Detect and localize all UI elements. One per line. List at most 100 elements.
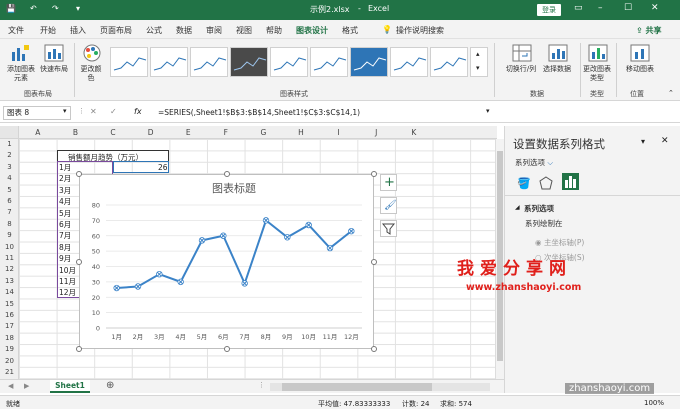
- select-data-button[interactable]: 选择数据: [540, 65, 574, 74]
- cell-c3-value[interactable]: 26: [158, 163, 168, 172]
- row-header[interactable]: 18: [0, 334, 19, 342]
- effects-icon[interactable]: [539, 176, 553, 190]
- chart-style-6[interactable]: [310, 47, 348, 77]
- month-cell[interactable]: 3月: [59, 185, 71, 196]
- chart-style-1[interactable]: [110, 47, 148, 77]
- column-header[interactable]: B: [57, 128, 95, 137]
- data-point-marker[interactable]: [156, 270, 163, 278]
- month-cell[interactable]: 10月: [59, 265, 76, 276]
- pane-options-icon[interactable]: ▾: [641, 137, 645, 146]
- chart-filters-button[interactable]: [380, 220, 397, 237]
- quick-layout-button[interactable]: 快速布局: [38, 65, 70, 74]
- column-header[interactable]: E: [169, 128, 207, 137]
- tab-chart-design[interactable]: 图表设计: [294, 25, 330, 41]
- name-box-dropdown-icon[interactable]: ▾: [63, 107, 67, 115]
- chart-style-5[interactable]: [270, 47, 308, 77]
- expand-formula-icon[interactable]: ▾: [486, 107, 490, 115]
- row-header[interactable]: 10: [0, 243, 19, 251]
- data-point-marker[interactable]: [284, 234, 291, 241]
- change-chart-type-button[interactable]: 更改图表类型: [582, 65, 612, 83]
- series-options-dropdown[interactable]: 系列选项 ⌵: [515, 157, 553, 168]
- row-header[interactable]: 8: [0, 220, 19, 228]
- row-header[interactable]: 11: [0, 254, 19, 262]
- month-cell[interactable]: 8月: [59, 242, 71, 253]
- resize-handle[interactable]: [224, 346, 230, 352]
- zoom-level[interactable]: 100%: [644, 399, 664, 407]
- month-cell[interactable]: 5月: [59, 208, 71, 219]
- chart-style-4[interactable]: [230, 47, 268, 77]
- chart-style-7[interactable]: [350, 47, 388, 77]
- resize-handle[interactable]: [76, 346, 82, 352]
- column-header[interactable]: J: [357, 128, 395, 137]
- minimize-icon[interactable]: –: [598, 3, 603, 13]
- move-chart-button[interactable]: 移动图表: [622, 65, 658, 74]
- month-cell[interactable]: 4月: [59, 196, 71, 207]
- row-header[interactable]: 19: [0, 345, 19, 353]
- tab-data[interactable]: 数据: [176, 25, 192, 36]
- data-point-marker[interactable]: [326, 244, 334, 252]
- customize-qat-icon[interactable]: ▾: [76, 4, 80, 13]
- section-collapse-icon[interactable]: ◢: [515, 204, 520, 211]
- tab-review[interactable]: 审阅: [206, 25, 222, 36]
- resize-handle[interactable]: [76, 171, 82, 177]
- add-sheet-icon[interactable]: ⊕: [106, 380, 114, 391]
- tab-home[interactable]: 开始: [40, 25, 56, 36]
- name-box[interactable]: 图表 8: [3, 106, 71, 120]
- insert-function-icon[interactable]: fx: [134, 107, 142, 116]
- data-point-marker[interactable]: [134, 283, 142, 290]
- select-all-corner[interactable]: [0, 126, 19, 139]
- resize-handle[interactable]: [76, 259, 82, 265]
- row-header[interactable]: 12: [0, 265, 19, 273]
- month-cell[interactable]: 7月: [59, 230, 71, 241]
- chart-style-8[interactable]: [390, 47, 428, 77]
- row-header[interactable]: 14: [0, 288, 19, 296]
- resize-handle[interactable]: [371, 346, 377, 352]
- row-header[interactable]: 9: [0, 231, 19, 239]
- resize-handle[interactable]: [371, 259, 377, 265]
- tell-me-search[interactable]: 操作说明搜索: [396, 25, 444, 36]
- next-sheet-icon[interactable]: ▶: [24, 382, 29, 390]
- section-series-options[interactable]: 系列选项: [524, 203, 554, 214]
- series-line[interactable]: [116, 219, 352, 290]
- tab-formulas[interactable]: 公式: [146, 25, 162, 36]
- tab-view[interactable]: 视图: [236, 25, 252, 36]
- chart-style-2[interactable]: [150, 47, 188, 77]
- fill-line-icon[interactable]: 🪣: [517, 177, 531, 190]
- month-cell[interactable]: 6月: [59, 219, 71, 230]
- horizontal-scrollbar-thumb[interactable]: [282, 383, 432, 391]
- month-cell[interactable]: 2月: [59, 173, 71, 184]
- row-header[interactable]: 15: [0, 300, 19, 308]
- series-options-tab[interactable]: [562, 173, 579, 190]
- tab-split-icon[interactable]: ⋮: [258, 381, 265, 389]
- undo-icon[interactable]: ↶: [30, 4, 37, 13]
- data-point-marker[interactable]: [220, 232, 227, 239]
- chart-style-9[interactable]: [430, 47, 468, 77]
- chart-elements-button[interactable]: +: [380, 174, 397, 191]
- sheet-tab-sheet1[interactable]: Sheet1: [50, 380, 90, 393]
- share-button[interactable]: ⇪ 共享: [636, 25, 662, 36]
- column-header[interactable]: C: [94, 128, 132, 137]
- enter-icon[interactable]: ✓: [110, 107, 117, 116]
- resize-handle[interactable]: [371, 171, 377, 177]
- row-header[interactable]: 5: [0, 186, 19, 194]
- ribbon-display-icon[interactable]: ▭: [574, 3, 583, 13]
- row-header[interactable]: 6: [0, 197, 19, 205]
- maximize-icon[interactable]: ☐: [624, 3, 632, 13]
- resize-handle[interactable]: [224, 171, 230, 177]
- tab-page-layout[interactable]: 页面布局: [100, 25, 132, 36]
- line-chart[interactable]: 图表标题 0 10 20 30 40 50 60 70 80 1月 2月 3月 4月 5月 6月 7月 8月 9月 1…: [79, 174, 374, 349]
- row-header[interactable]: 17: [0, 322, 19, 330]
- tab-insert[interactable]: 插入: [70, 25, 86, 36]
- row-header[interactable]: 7: [0, 208, 19, 216]
- close-icon[interactable]: ✕: [651, 3, 659, 13]
- month-cell[interactable]: 12月: [59, 287, 76, 298]
- primary-axis-radio[interactable]: ◉ 主坐标轴(P): [535, 237, 584, 248]
- row-header[interactable]: 4: [0, 174, 19, 182]
- switch-row-column-button[interactable]: 切换行/列: [502, 65, 540, 74]
- month-cell[interactable]: 9月: [59, 253, 71, 264]
- cancel-icon[interactable]: ✕: [90, 107, 97, 116]
- month-cell[interactable]: 1月: [59, 162, 71, 173]
- column-header[interactable]: I: [320, 128, 358, 137]
- row-header[interactable]: 2: [0, 151, 19, 159]
- add-chart-element-button[interactable]: 添加图表元素: [4, 65, 38, 83]
